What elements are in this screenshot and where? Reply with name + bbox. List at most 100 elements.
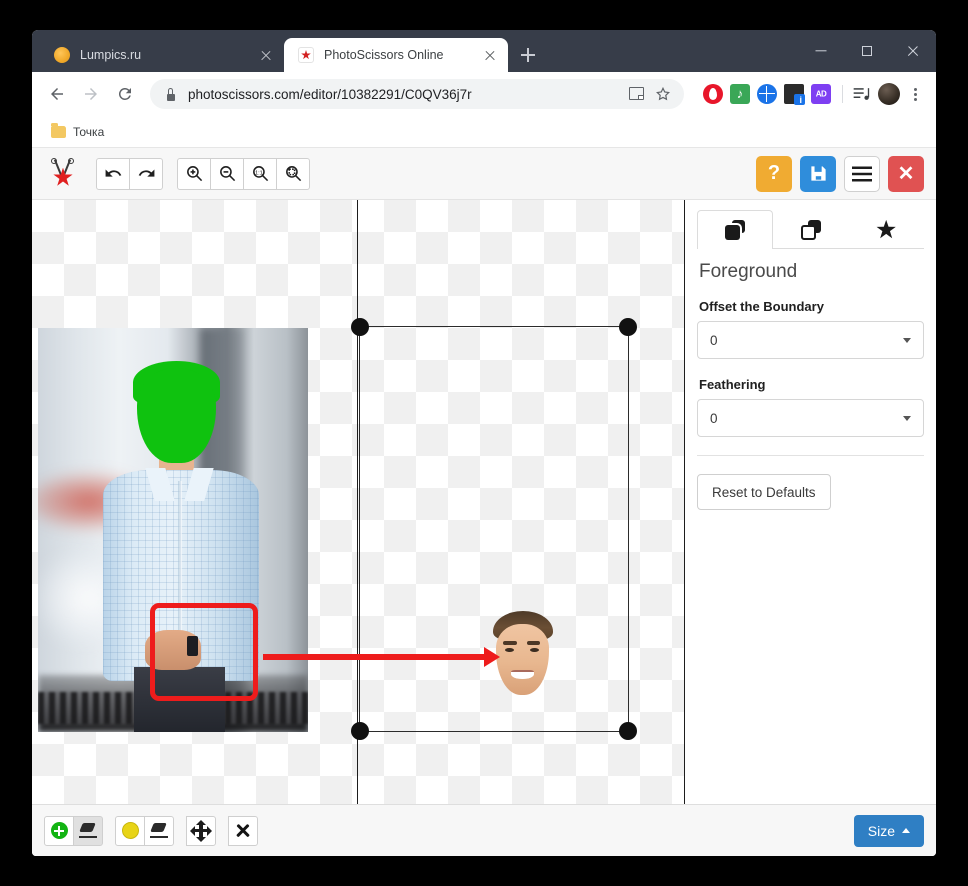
bookmark-star-icon[interactable]	[652, 83, 674, 105]
bookmark-label: Точка	[73, 124, 105, 139]
panel-tabs	[697, 210, 924, 249]
close-icon[interactable]	[258, 47, 274, 63]
close-editor-button[interactable]: ✕	[888, 155, 924, 192]
back-icon[interactable]	[42, 79, 72, 109]
hamburger-menu-button[interactable]	[844, 155, 880, 192]
lock-icon	[164, 87, 177, 101]
panel-title: Foreground	[699, 261, 798, 282]
forward-icon[interactable]	[76, 79, 106, 109]
crop-selection-rect[interactable]	[351, 318, 637, 740]
x-icon	[235, 823, 251, 839]
undo-button[interactable]	[96, 157, 130, 190]
green-plus-icon	[50, 822, 68, 839]
photoscissors-favicon	[298, 47, 314, 63]
delete-tool[interactable]	[228, 815, 258, 846]
panel-divider	[697, 455, 924, 456]
box-extension-icon[interactable]: i	[784, 84, 805, 105]
size-button[interactable]: Size	[853, 814, 924, 847]
foreground-marker-tool[interactable]	[44, 815, 74, 846]
feathering-label: Feathering	[699, 377, 766, 392]
eraser-icon	[149, 822, 169, 839]
music-extension-icon[interactable]	[730, 84, 750, 104]
delete-tool-group	[228, 815, 258, 846]
background-marker-tool[interactable]	[115, 815, 145, 846]
zoom-in-button[interactable]	[177, 157, 211, 190]
tab-background[interactable]	[773, 210, 849, 248]
kebab-menu-icon[interactable]	[904, 83, 926, 105]
crop-handle-bottom-right[interactable]	[619, 722, 637, 740]
size-label: Size	[867, 822, 895, 839]
chevron-down-icon	[903, 337, 911, 343]
reset-to-defaults-button[interactable]: Reset to Defaults	[697, 474, 831, 510]
eraser-icon	[78, 822, 98, 839]
bottom-toolbar: Size	[32, 804, 936, 856]
editor-canvas[interactable]	[32, 200, 685, 804]
crop-handle-bottom-left[interactable]	[351, 722, 369, 740]
background-eraser-tool[interactable]	[144, 815, 174, 846]
tab-foreground[interactable]	[697, 210, 773, 249]
green-foreground-mask	[137, 368, 216, 463]
photoscissors-logo	[44, 157, 82, 190]
toolbar-divider	[842, 85, 843, 103]
save-button[interactable]	[800, 155, 836, 192]
red-arrow	[263, 654, 487, 660]
red-highlight-box	[150, 603, 258, 701]
background-tool-group	[115, 815, 174, 846]
zoom-out-button[interactable]	[210, 157, 244, 190]
browser-toolbar: photoscissors.com/editor/10382291/C0QV36…	[32, 72, 936, 116]
browser-tabstrip: Lumpics.ru PhotoScissors Online	[32, 30, 936, 72]
reload-icon[interactable]	[110, 79, 140, 109]
playlist-icon[interactable]	[852, 84, 872, 104]
browser-window: Lumpics.ru PhotoScissors Online photosci…	[32, 30, 936, 856]
minimize-button[interactable]	[798, 30, 844, 72]
globe-extension-icon[interactable]	[757, 84, 777, 104]
adblock-extension-icon[interactable]	[811, 84, 831, 104]
app-actions: ? ✕	[756, 155, 924, 192]
photoscissors-app: 1:1 ? ✕ Foreground Offset the Boundary 0…	[32, 148, 936, 856]
history-button-group	[96, 157, 163, 190]
opera-extension-icon[interactable]	[703, 84, 723, 104]
window-controls	[798, 30, 936, 72]
offset-boundary-label: Offset the Boundary	[699, 299, 824, 314]
layers-outline-icon	[800, 219, 821, 240]
crop-handle-top-right[interactable]	[619, 318, 637, 336]
settings-panel: Foreground Offset the Boundary 0 Feather…	[685, 200, 936, 804]
tab-title: PhotoScissors Online	[324, 48, 444, 62]
foreground-eraser-tool[interactable]	[73, 815, 103, 846]
translate-icon[interactable]	[626, 83, 648, 105]
folder-icon	[51, 123, 66, 138]
address-bar[interactable]: photoscissors.com/editor/10382291/C0QV36…	[150, 79, 684, 109]
app-toolbar: 1:1 ? ✕	[32, 148, 936, 200]
tab-title: Lumpics.ru	[80, 48, 142, 62]
bookmark-item-tochka[interactable]: Точка	[44, 122, 111, 142]
maximize-button[interactable]	[844, 30, 890, 72]
offset-boundary-select[interactable]: 0	[697, 321, 924, 359]
profile-avatar[interactable]	[878, 83, 900, 105]
browser-tab-photoscissors[interactable]: PhotoScissors Online	[284, 38, 508, 72]
star-icon	[876, 219, 896, 239]
help-button[interactable]: ?	[756, 155, 792, 192]
lumpics-favicon	[54, 47, 70, 63]
browser-tab-lumpics[interactable]: Lumpics.ru	[40, 38, 284, 72]
workspace: Foreground Offset the Boundary 0 Feather…	[32, 200, 936, 804]
chevron-down-icon	[903, 415, 911, 421]
close-icon[interactable]	[482, 47, 498, 63]
move-icon	[190, 819, 212, 842]
close-window-button[interactable]	[890, 30, 936, 72]
move-tool[interactable]	[186, 815, 216, 846]
vertical-guide-line	[357, 200, 358, 804]
redo-button[interactable]	[129, 157, 163, 190]
bookmarks-bar: Точка	[32, 116, 936, 148]
new-tab-button[interactable]	[514, 41, 542, 69]
layers-filled-icon	[724, 219, 745, 240]
svg-text:1:1: 1:1	[255, 170, 263, 176]
yellow-dot-icon	[121, 822, 139, 839]
crop-handle-top-left[interactable]	[351, 318, 369, 336]
zoom-actual-size-button[interactable]: 1:1	[243, 157, 277, 190]
tab-effects[interactable]	[848, 210, 924, 248]
zoom-fit-button[interactable]	[276, 157, 310, 190]
extension-icons: i	[696, 83, 926, 105]
foreground-tool-group	[44, 815, 103, 846]
feathering-select[interactable]: 0	[697, 399, 924, 437]
screenshot-root: Lumpics.ru PhotoScissors Online photosci…	[0, 0, 968, 886]
